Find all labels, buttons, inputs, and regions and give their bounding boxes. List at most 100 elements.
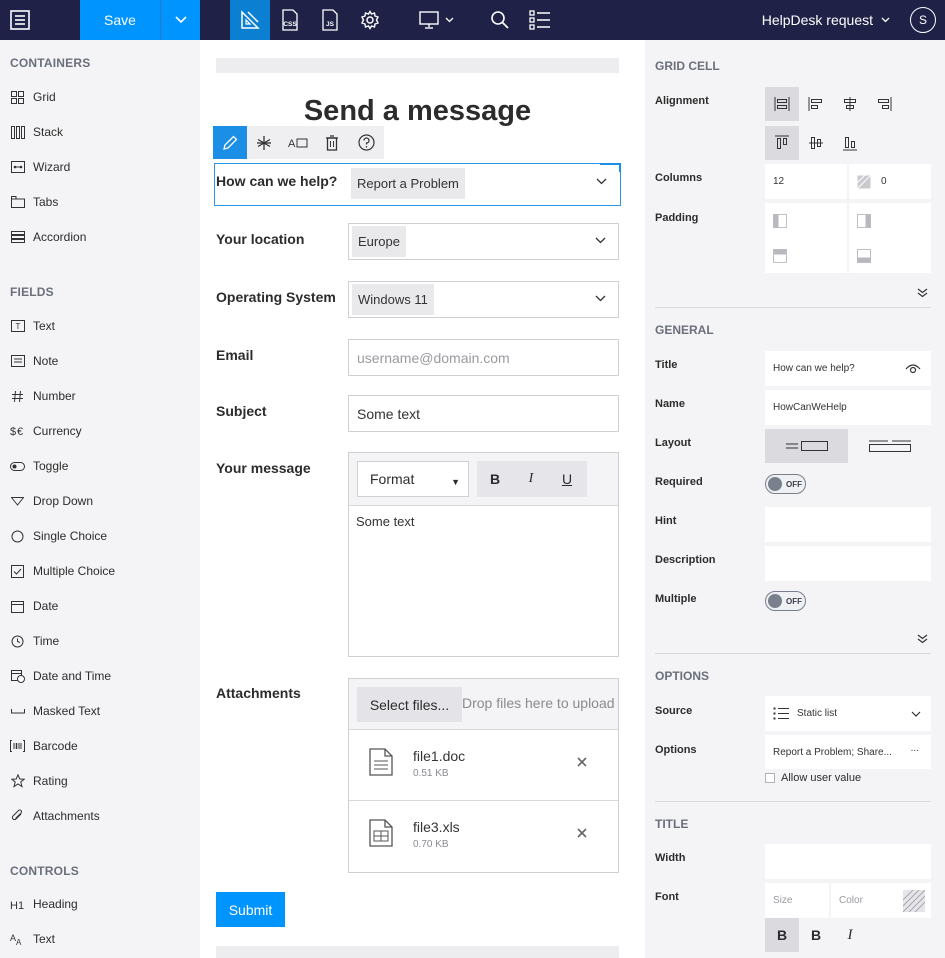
font-size-input[interactable]: Size [765,883,829,918]
italic-button[interactable]: I [513,461,549,497]
settings-button[interactable] [350,0,390,40]
help-button[interactable] [349,126,383,159]
font-color-input[interactable]: Color [831,883,931,918]
avatar[interactable]: S [910,7,936,33]
form-designer-button[interactable] [230,0,270,40]
format-select[interactable]: Format ▼ [357,461,469,497]
toolbox-item-toggle[interactable]: Toggle [10,456,68,476]
css-button[interactable]: CSS [270,0,310,40]
width-input[interactable] [765,844,931,879]
toolbox-item-note[interactable]: Note [10,351,58,371]
toolbox-item-time[interactable]: Time [10,631,59,651]
multiple-toggle[interactable]: OFF [765,591,806,611]
search-button[interactable] [480,0,520,40]
svg-text:€: € [17,426,23,438]
description-input[interactable] [765,546,931,581]
toolbox-item-masked-text[interactable]: Masked Text [10,701,100,721]
toolbox-item-number[interactable]: Number [10,386,76,406]
align-center-button[interactable] [833,87,867,121]
color-swatch-icon[interactable] [903,890,925,912]
remove-file-icon[interactable] [577,757,587,767]
padding-left-input[interactable] [765,203,847,238]
padding-right-input[interactable] [849,203,931,238]
js-button[interactable]: JS [310,0,350,40]
toolbox-item-text-control[interactable]: A A Text [10,929,55,949]
toolbox-item-dropdown[interactable]: Drop Down [10,491,93,511]
align-right-button[interactable] [867,87,901,121]
title-bold-alt-button[interactable]: B [799,918,833,952]
drop-zone-text[interactable]: Drop files here to upload [462,695,615,711]
upload-toolbar: Select files... Drop files here to uploa… [349,679,618,730]
toolbox-item-date-time[interactable]: Date and Time [10,666,111,686]
toolbox-item-wizard[interactable]: Wizard [10,157,70,177]
toolbox-item-heading[interactable]: H1 Heading [10,894,78,914]
device-preview-button[interactable] [406,0,466,40]
message-body[interactable]: Some text [349,506,618,537]
options-heading: OPTIONS [655,669,710,683]
edit-title-button[interactable]: A [281,126,315,159]
name-input[interactable]: HowCanWeHelp [765,390,931,425]
title-italic-button[interactable]: I [833,918,867,952]
structure-button[interactable] [520,0,560,40]
toolbox-item-tabs[interactable]: Tabs [10,192,58,212]
toolbox-item-attachments[interactable]: Attachments [10,806,100,826]
toolbox-item-multiple-choice[interactable]: Multiple Choice [10,561,115,581]
valign-middle-button[interactable] [799,126,833,160]
toolbox-item-grid[interactable]: Grid [10,87,56,107]
delete-element-button[interactable] [315,126,349,159]
file-row: file3.xls 0.70 KB [349,801,618,872]
toolbox-item-rating[interactable]: Rating [10,771,68,791]
save-dropdown-button[interactable] [160,0,200,40]
toolbox-item-text[interactable]: T Text [10,316,55,336]
options-more-button[interactable]: ... [911,743,919,754]
columns-input[interactable]: 12 [765,164,847,199]
remove-file-icon[interactable] [577,828,587,838]
menu-icon[interactable] [0,0,40,40]
underline-button[interactable]: U [549,461,585,497]
message-editor[interactable]: Format ▼ B I U Some text [348,452,619,657]
location-dropdown[interactable]: Europe [348,223,619,260]
dropdown-icon [10,494,25,509]
hint-input[interactable] [765,507,931,542]
padding-bottom-input[interactable] [849,238,931,273]
canvas-header-band [216,58,619,73]
required-toggle-button[interactable] [247,126,281,159]
required-toggle[interactable]: OFF [765,474,806,494]
toolbox-item-stack[interactable]: Stack [10,122,63,142]
toolbox-item-single-choice[interactable]: Single Choice [10,526,107,546]
layout-vertical-button[interactable] [849,429,931,463]
subject-field[interactable]: Some text [348,395,619,432]
bold-button[interactable]: B [477,461,513,497]
toolbox-item-accordion[interactable]: Accordion [10,227,86,247]
toolbox-item-label: Wizard [33,160,71,174]
expand-chevrons-icon[interactable] [917,634,928,644]
eye-icon[interactable] [905,363,921,374]
toolbox-item-barcode[interactable]: Barcode [10,736,78,756]
email-field[interactable]: username@domain.com [348,339,619,376]
options-input[interactable]: Report a Problem; Share... ... [765,735,931,769]
os-dropdown[interactable]: Windows 11 [348,281,619,318]
select-files-button[interactable]: Select files... [357,687,462,722]
align-left-button[interactable] [799,87,833,121]
form-title[interactable]: Send a message [216,95,619,128]
valign-top-button[interactable] [765,126,799,160]
align-stretch-button[interactable] [765,87,799,121]
expand-chevrons-icon[interactable] [917,288,928,298]
checkbox-box[interactable] [765,773,775,783]
form-selector[interactable]: HelpDesk request [762,12,890,28]
valign-bottom-button[interactable] [833,126,867,160]
edit-element-button[interactable] [213,126,247,159]
padding-top-input[interactable] [765,238,847,273]
source-select[interactable]: Static list [765,696,931,731]
layout-horizontal-button[interactable] [765,429,848,463]
allow-user-value-checkbox[interactable]: Allow user value [765,772,861,784]
title-input[interactable]: How can we help? [765,351,931,386]
title-bold-button[interactable]: B [765,918,799,952]
offset-input[interactable]: 0 [849,164,931,199]
submit-button[interactable]: Submit [216,892,285,927]
toolbox-item-label: Note [33,354,59,368]
help-dropdown[interactable]: Report a Problem [348,165,619,202]
toolbox-item-currency[interactable]: $ € Currency [10,421,82,441]
save-button[interactable]: Save [80,0,160,40]
toolbox-item-date[interactable]: Date [10,596,58,616]
